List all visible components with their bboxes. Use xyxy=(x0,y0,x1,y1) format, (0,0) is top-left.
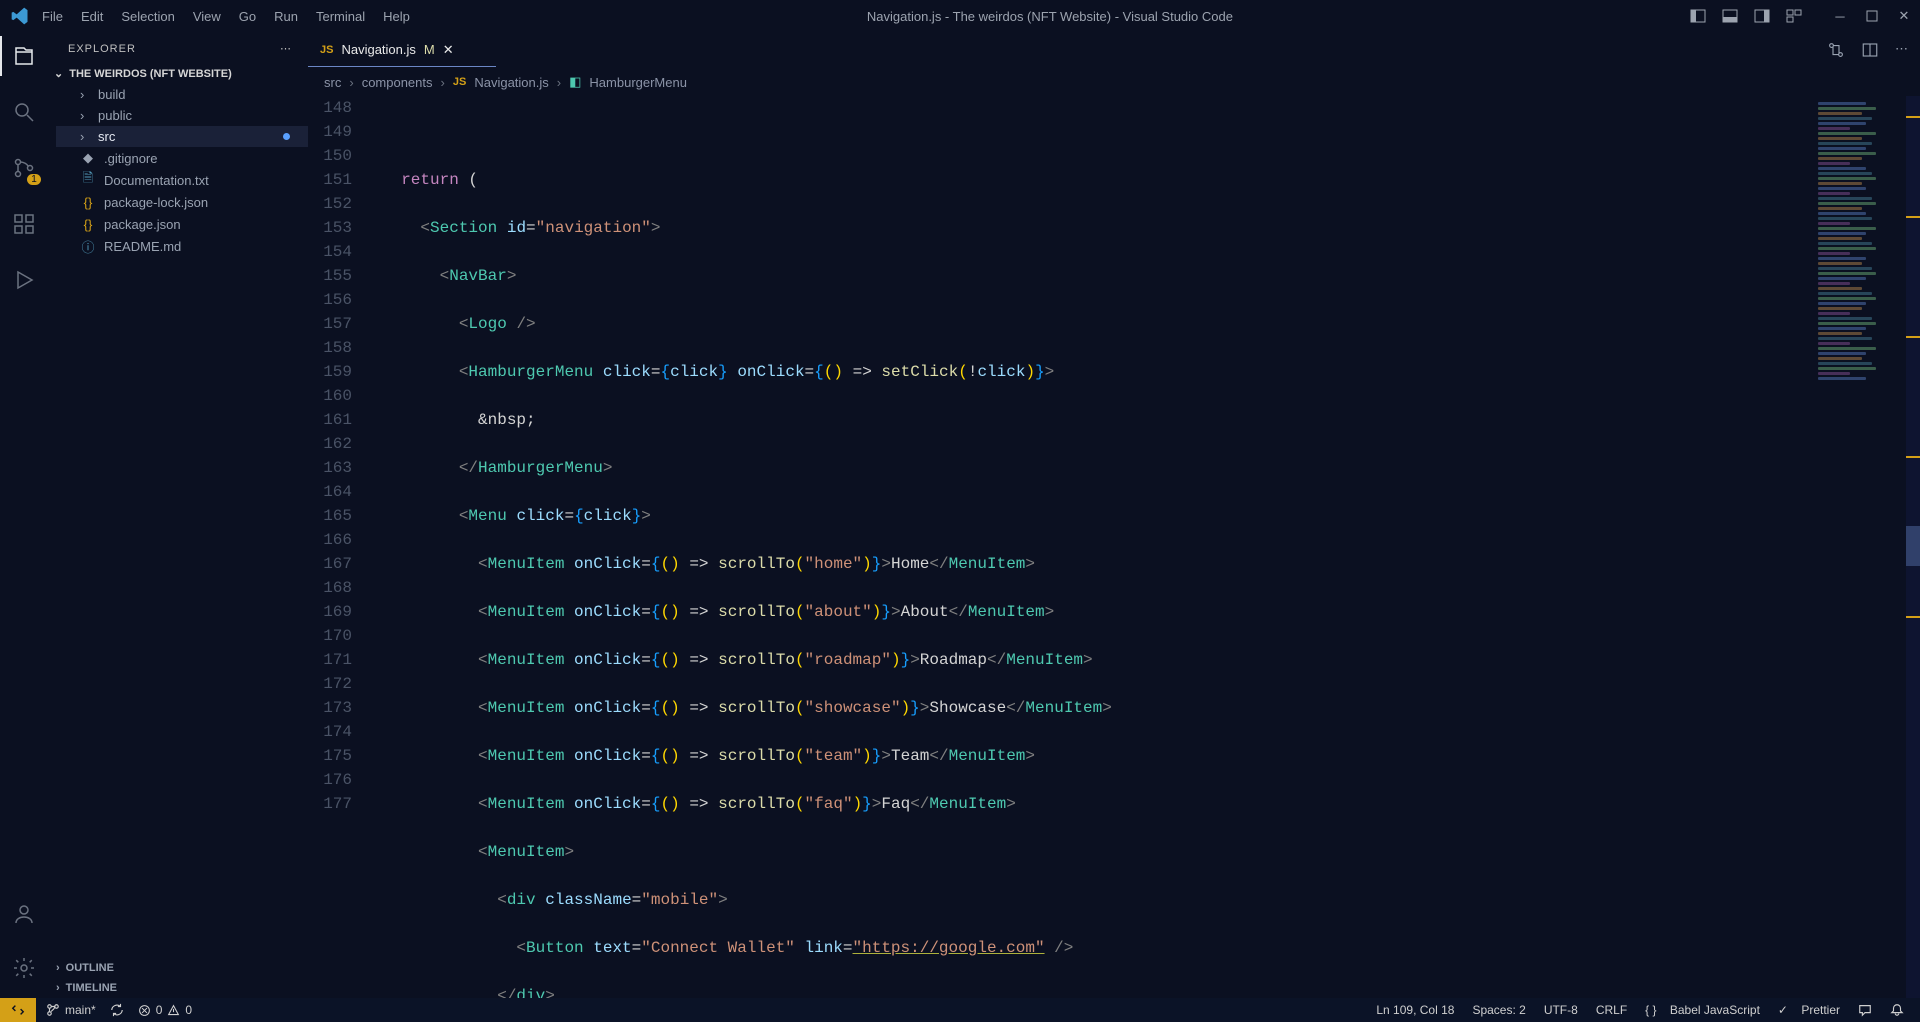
layout-primary-icon[interactable] xyxy=(1690,8,1706,24)
code-content[interactable]: return ( <Section id="navigation"> <NavB… xyxy=(362,96,1920,998)
scm-badge: 1 xyxy=(27,174,41,185)
editor-area: JS Navigation.js M ✕ ⋯ src › components … xyxy=(308,32,1920,998)
activity-explorer-icon[interactable] xyxy=(10,42,38,70)
split-editor-icon[interactable] xyxy=(1861,41,1879,59)
scrollbar-thumb[interactable] xyxy=(1906,526,1920,566)
menu-run[interactable]: Run xyxy=(274,9,298,24)
timeline-section[interactable]: ›TIMELINE xyxy=(48,978,308,998)
status-prettier[interactable]: ✓ Prettier xyxy=(1778,1003,1840,1017)
status-feedback-icon[interactable] xyxy=(1858,1003,1872,1017)
menu-file[interactable]: File xyxy=(42,9,63,24)
sidebar-explorer: EXPLORER ⋯ ⌄ THE WEIRDOS (NFT WEBSITE) ›… xyxy=(48,32,308,998)
status-sync[interactable] xyxy=(110,1003,124,1017)
window-title: Navigation.js - The weirdos (NFT Website… xyxy=(410,9,1690,24)
tab-filename: Navigation.js xyxy=(341,42,415,57)
line-number-gutter: 148 149 150 151 152 153 154 155 156 157 … xyxy=(308,96,362,998)
folder-section-header[interactable]: ⌄ THE WEIRDOS (NFT WEBSITE) xyxy=(48,63,308,84)
activity-scm-icon[interactable]: 1 xyxy=(10,154,38,182)
code-editor[interactable]: 148 149 150 151 152 153 154 155 156 157 … xyxy=(308,96,1920,998)
file-tree: ›build ›public ›src ◆.gitignore 🗎Documen… xyxy=(48,84,308,257)
tree-file-packagelock[interactable]: {}package-lock.json xyxy=(56,191,308,213)
explorer-more-icon[interactable]: ⋯ xyxy=(280,42,292,55)
js-file-icon: JS xyxy=(453,76,466,88)
tab-modified-flag: M xyxy=(424,42,435,57)
tab-bar: JS Navigation.js M ✕ ⋯ xyxy=(308,32,1920,68)
tree-file-readme[interactable]: ⓘREADME.md xyxy=(56,235,308,257)
compare-changes-icon[interactable] xyxy=(1827,41,1845,59)
tree-folder-public[interactable]: ›public xyxy=(56,105,308,126)
explorer-label: EXPLORER xyxy=(68,43,136,55)
js-file-icon: JS xyxy=(320,44,333,56)
menu-terminal[interactable]: Terminal xyxy=(316,9,365,24)
title-bar: File Edit Selection View Go Run Terminal… xyxy=(0,0,1920,32)
activity-account-icon[interactable] xyxy=(10,900,38,928)
activity-extensions-icon[interactable] xyxy=(10,210,38,238)
menu-edit[interactable]: Edit xyxy=(81,9,103,24)
layout-secondary-icon[interactable] xyxy=(1754,8,1770,24)
status-bell-icon[interactable] xyxy=(1890,1003,1904,1017)
activity-search-icon[interactable] xyxy=(10,98,38,126)
tree-file-gitignore[interactable]: ◆.gitignore xyxy=(56,147,308,169)
breadcrumb-components[interactable]: components xyxy=(362,75,433,90)
menu-go[interactable]: Go xyxy=(239,9,256,24)
layout-customize-icon[interactable] xyxy=(1786,8,1802,24)
window-close-icon[interactable]: ✕ xyxy=(1896,8,1912,24)
folder-label: THE WEIRDOS (NFT WEBSITE) xyxy=(69,68,232,80)
breadcrumb-src[interactable]: src xyxy=(324,75,341,90)
symbol-icon: ◧ xyxy=(569,74,581,90)
chevron-down-icon: ⌄ xyxy=(54,67,63,80)
menu-selection[interactable]: Selection xyxy=(121,9,174,24)
tab-navigationjs[interactable]: JS Navigation.js M ✕ xyxy=(308,32,466,67)
menu-bar: File Edit Selection View Go Run Terminal… xyxy=(42,9,410,24)
activity-run-icon[interactable] xyxy=(10,266,38,294)
remote-indicator[interactable] xyxy=(0,998,36,1022)
window-maximize-icon[interactable] xyxy=(1864,8,1880,24)
breadcrumb-file[interactable]: Navigation.js xyxy=(474,75,548,90)
status-spaces[interactable]: Spaces: 2 xyxy=(1472,1003,1525,1017)
editor-scrollbar[interactable] xyxy=(1906,96,1920,998)
status-problems[interactable]: 0 0 xyxy=(138,1003,192,1017)
status-bar: main* 0 0 Ln 109, Col 18 Spaces: 2 UTF-8… xyxy=(0,998,1920,1022)
tab-close-icon[interactable]: ✕ xyxy=(443,42,454,58)
modified-dot-icon xyxy=(283,133,290,140)
status-branch[interactable]: main* xyxy=(46,1003,96,1017)
tree-file-package[interactable]: {}package.json xyxy=(56,213,308,235)
tab-more-icon[interactable]: ⋯ xyxy=(1895,41,1908,59)
minimap[interactable] xyxy=(1814,96,1902,998)
tree-folder-build[interactable]: ›build xyxy=(56,84,308,105)
window-minimize-icon[interactable]: ─ xyxy=(1832,8,1848,24)
breadcrumb-symbol[interactable]: HamburgerMenu xyxy=(589,75,687,90)
menu-view[interactable]: View xyxy=(193,9,221,24)
vscode-logo-icon xyxy=(8,4,32,28)
activity-settings-icon[interactable] xyxy=(10,954,38,982)
status-cursor[interactable]: Ln 109, Col 18 xyxy=(1376,1003,1454,1017)
layout-panel-icon[interactable] xyxy=(1722,8,1738,24)
outline-section[interactable]: ›OUTLINE xyxy=(48,958,308,978)
activity-bar: 1 xyxy=(0,32,48,998)
status-encoding[interactable]: UTF-8 xyxy=(1544,1003,1578,1017)
tree-file-documentation[interactable]: 🗎Documentation.txt xyxy=(56,169,308,191)
status-eol[interactable]: CRLF xyxy=(1596,1003,1627,1017)
status-language[interactable]: { } Babel JavaScript xyxy=(1645,1003,1760,1017)
breadcrumb[interactable]: src › components › JS Navigation.js › ◧ … xyxy=(308,68,1920,96)
tree-folder-src[interactable]: ›src xyxy=(56,126,308,147)
menu-help[interactable]: Help xyxy=(383,9,410,24)
